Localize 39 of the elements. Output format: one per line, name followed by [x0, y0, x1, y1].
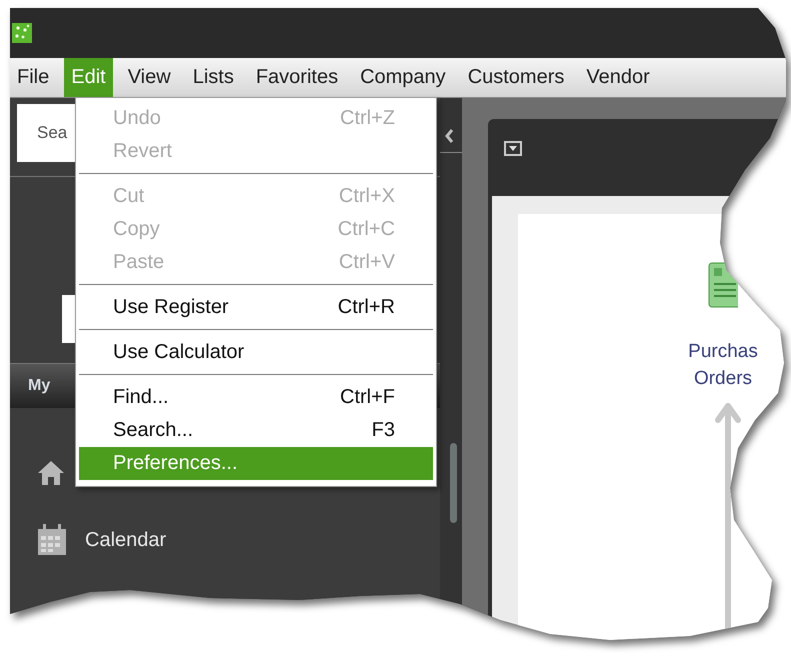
- shortcut-text: Ctrl+Z: [340, 107, 395, 130]
- shortcut-text: F3: [372, 419, 395, 442]
- menu-item-label: Use Calculator: [113, 341, 244, 364]
- shortcut-text: Ctrl+V: [338, 251, 395, 274]
- shortcut-text: Ctrl+C: [338, 218, 395, 241]
- scrollbar-thumb[interactable]: [450, 443, 457, 523]
- menu-item-label: Find...: [113, 386, 169, 409]
- menu-item[interactable]: Use Register Ctrl+R: [79, 291, 433, 324]
- menu-item[interactable]: File: [10, 58, 56, 97]
- menu-item-label: Preferences...: [113, 452, 238, 475]
- menu-item[interactable]: Favorites: [248, 58, 346, 97]
- menu-item[interactable]: View: [120, 58, 178, 97]
- menu-item[interactable]: Lists: [186, 58, 241, 97]
- collapse-icon[interactable]: [444, 128, 454, 144]
- app-logo-icon: [12, 23, 32, 43]
- menu-item[interactable]: Vendor: [579, 58, 657, 97]
- menu-item-label: Paste: [113, 251, 164, 274]
- shortcut-text: Ctrl+R: [338, 296, 395, 319]
- menu-item-label: Cut: [113, 185, 144, 208]
- shortcut-text: Ctrl+F: [340, 386, 395, 409]
- menu-item-label: Use Register: [113, 296, 229, 319]
- menu-item-label: Undo: [113, 107, 161, 130]
- menu-item-label: Search...: [113, 419, 194, 442]
- purchase-order-icon[interactable]: [708, 262, 738, 308]
- menu-item[interactable]: Use Calculator: [79, 336, 433, 369]
- menu-item-label: Revert: [113, 140, 172, 163]
- menu-item[interactable]: Company: [353, 58, 453, 97]
- menu-item[interactable]: Find... Ctrl+F: [79, 381, 433, 414]
- node-label[interactable]: Orders: [694, 365, 752, 392]
- calendar-icon: [37, 524, 67, 556]
- menu-item[interactable]: Search... F3: [79, 414, 433, 447]
- shortcut-text: Ctrl+X: [338, 185, 395, 208]
- menu-item-label: Copy: [113, 218, 160, 241]
- menu-item[interactable]: Customers: [460, 58, 572, 97]
- section-title: My: [28, 377, 50, 395]
- node-label[interactable]: Purchas: [688, 338, 758, 365]
- home-icon: [37, 460, 65, 486]
- sidebar-item[interactable]: Calendar: [85, 528, 166, 552]
- dropdown-icon[interactable]: [504, 141, 522, 156]
